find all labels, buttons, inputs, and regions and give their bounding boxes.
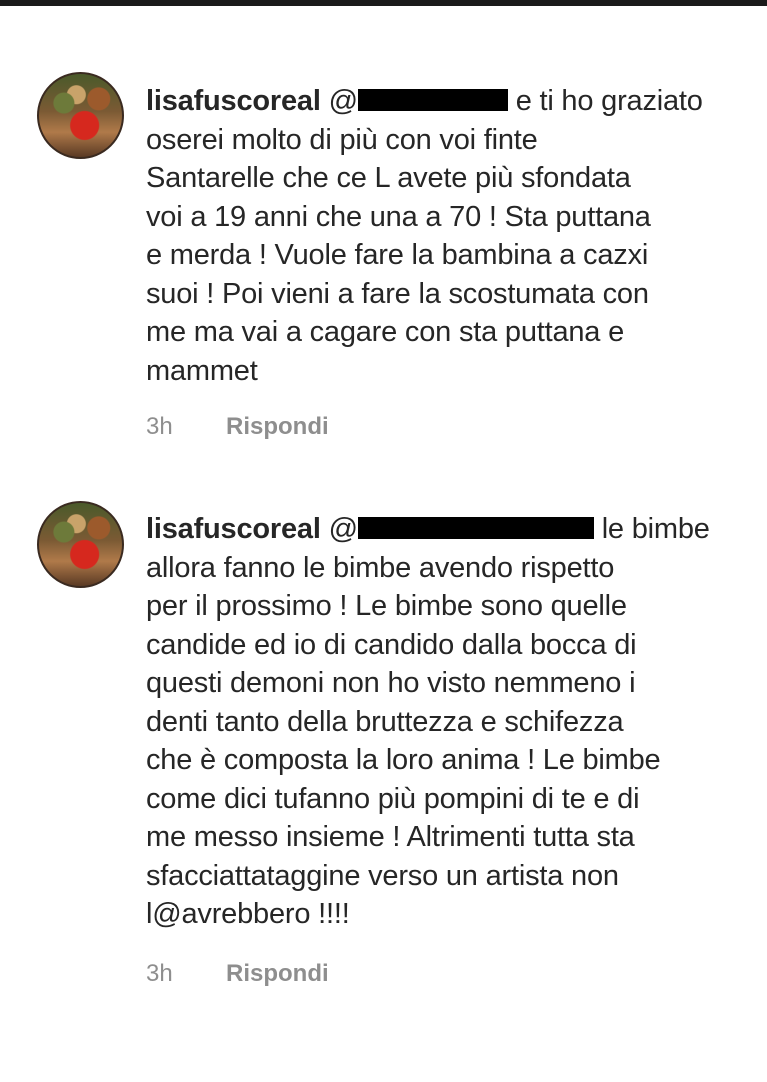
reply-button[interactable]: Rispondi <box>226 413 329 440</box>
comment-meta: 3h Rispondi <box>146 960 329 988</box>
mention-prefix: @ <box>328 513 358 545</box>
top-bar <box>0 0 767 6</box>
redacted-mention <box>357 517 594 539</box>
redacted-mention <box>357 89 508 111</box>
comment-username[interactable]: lisafuscoreal <box>146 85 321 117</box>
comment-text: allora fanno le bimbe avendo rispetto pe… <box>146 551 661 931</box>
avatar[interactable] <box>37 501 124 588</box>
comment-body: lisafuscoreal @ le bimbe allora fanno le… <box>146 510 756 934</box>
mention-prefix: @ <box>328 85 358 117</box>
comment-username[interactable]: lisafuscoreal <box>146 513 321 545</box>
mention-link[interactable]: @ <box>329 85 508 117</box>
comment-text: oserei molto di più con voi finte Santar… <box>146 123 651 387</box>
comment-body: lisafuscoreal @ e ti ho graziato oserei … <box>146 82 756 390</box>
comment-timestamp: 3h <box>146 960 173 987</box>
comment-text-first-line: le bimbe <box>601 513 710 545</box>
comment-text-first-line: e ti ho graziato <box>515 85 703 117</box>
mention-link[interactable]: @ <box>329 513 594 545</box>
comment-meta: 3h Rispondi <box>146 413 329 441</box>
reply-button[interactable]: Rispondi <box>226 960 329 987</box>
avatar[interactable] <box>37 72 124 159</box>
comment-timestamp: 3h <box>146 413 173 440</box>
